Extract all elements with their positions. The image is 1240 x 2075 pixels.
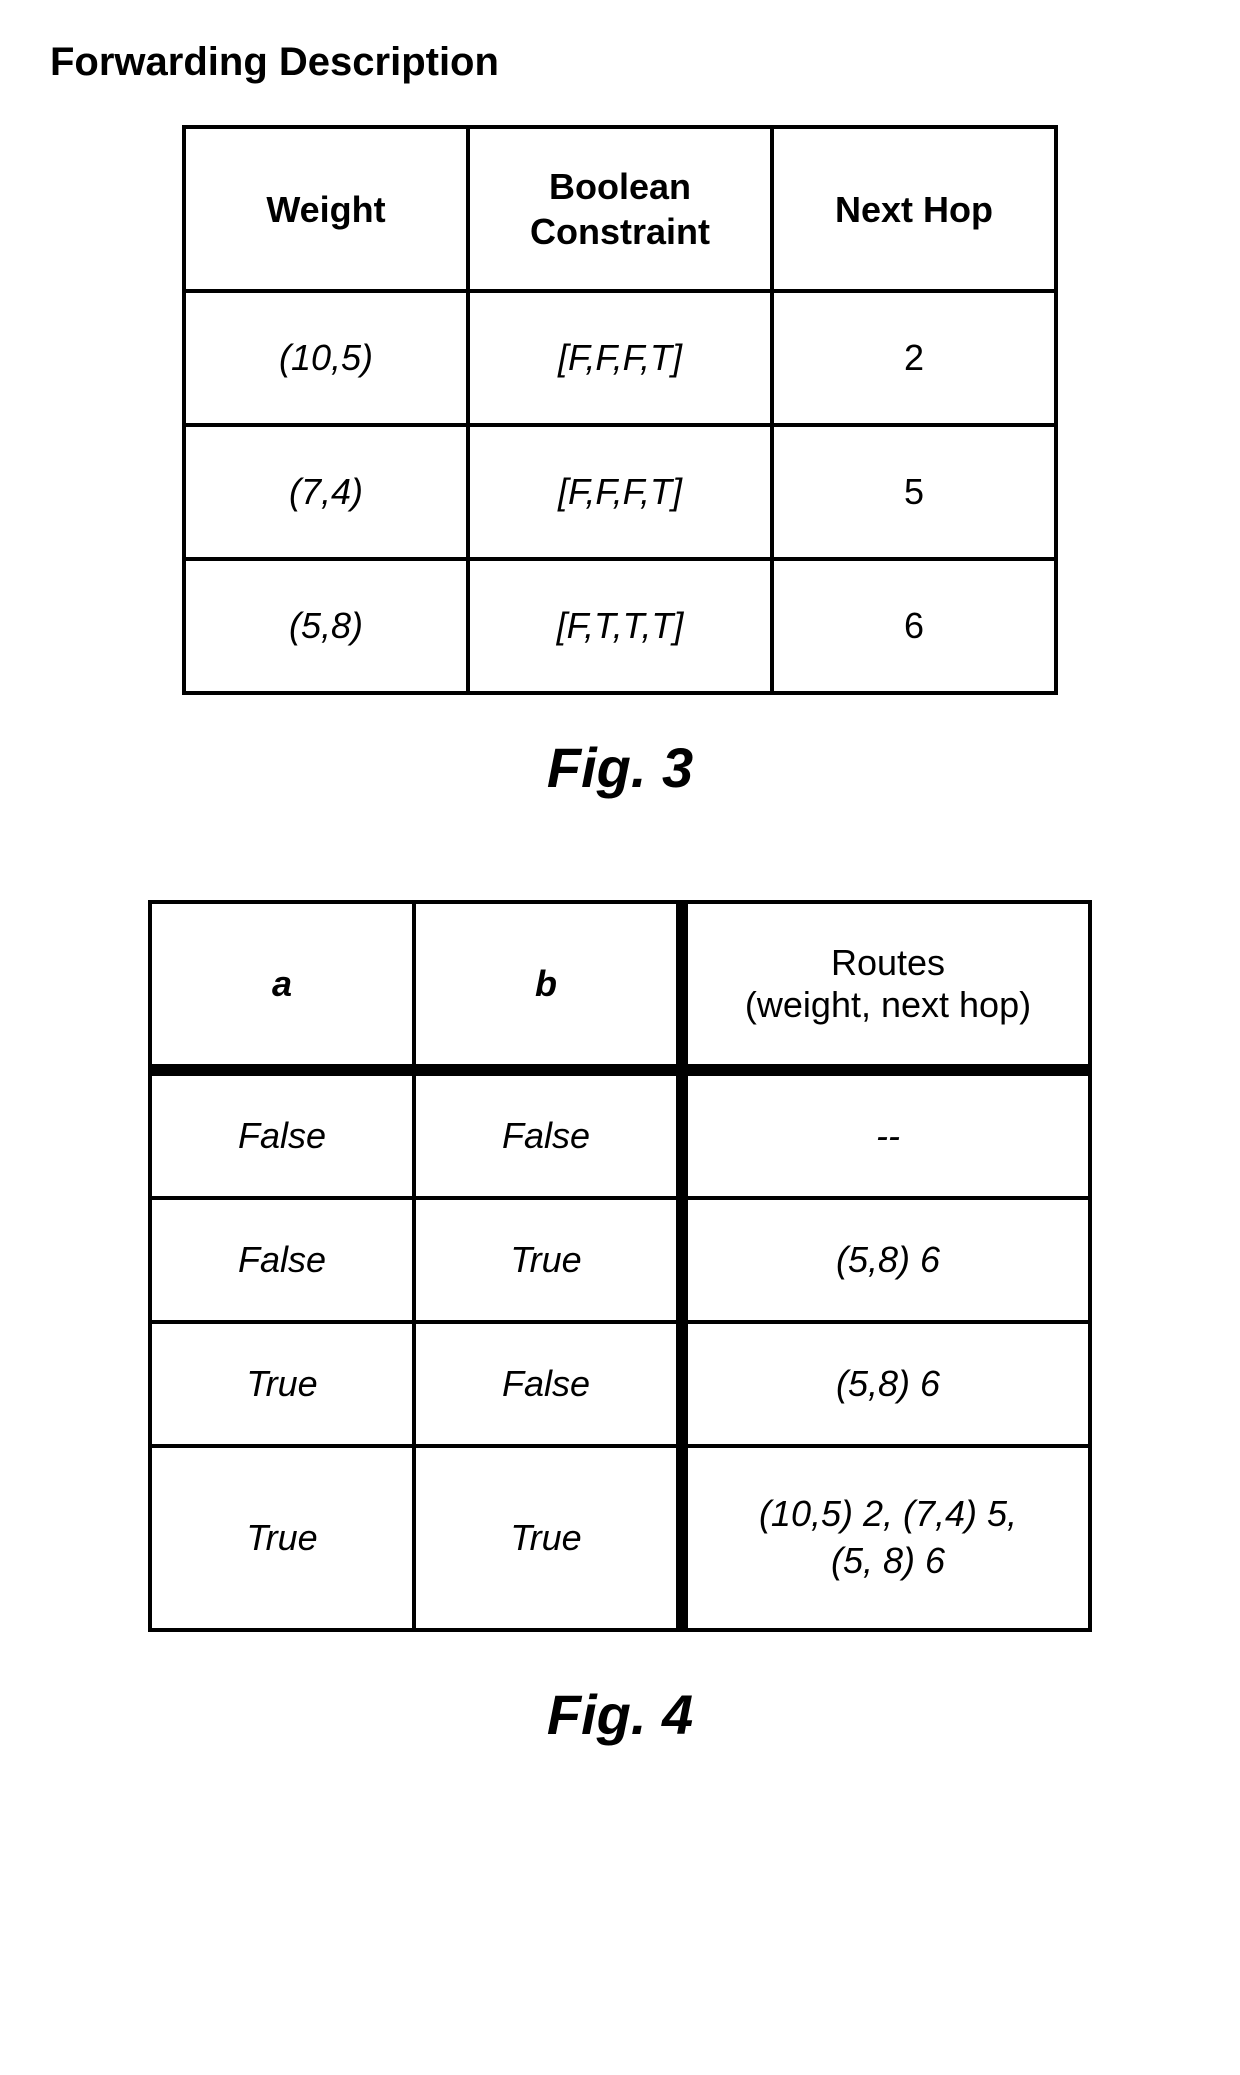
fig3-bool: [F,F,F,T] xyxy=(468,291,772,425)
fig4-b: True xyxy=(414,1198,682,1322)
fig4-table: a b Routes(weight, next hop) False False… xyxy=(148,900,1092,1632)
fig4-b: False xyxy=(414,1322,682,1446)
fig4-routes: -- xyxy=(682,1070,1090,1198)
fig3-header-weight: Weight xyxy=(184,127,468,291)
table-row: (10,5) [F,F,F,T] 2 xyxy=(184,291,1056,425)
fig3-next: 6 xyxy=(772,559,1056,693)
fig3-table: Weight BooleanConstraint Next Hop (10,5)… xyxy=(182,125,1058,695)
fig4-caption: Fig. 4 xyxy=(50,1682,1190,1747)
fig3-weight: (5,8) xyxy=(184,559,468,693)
fig4-header-a: a xyxy=(150,902,414,1070)
table-row: False False -- xyxy=(150,1070,1090,1198)
fig3-header-next: Next Hop xyxy=(772,127,1056,291)
fig4-a: False xyxy=(150,1070,414,1198)
table-row: True False (5,8) 6 xyxy=(150,1322,1090,1446)
fig4-routes: (5,8) 6 xyxy=(682,1198,1090,1322)
fig4-a: True xyxy=(150,1322,414,1446)
table-row: (5,8) [F,T,T,T] 6 xyxy=(184,559,1056,693)
fig3-weight: (10,5) xyxy=(184,291,468,425)
page-title: Forwarding Description xyxy=(50,40,1190,85)
fig3-bool: [F,F,F,T] xyxy=(468,425,772,559)
fig4-b: False xyxy=(414,1070,682,1198)
fig3-weight: (7,4) xyxy=(184,425,468,559)
fig3-table-wrap: Weight BooleanConstraint Next Hop (10,5)… xyxy=(50,125,1190,695)
table-row: True True (10,5) 2, (7,4) 5,(5, 8) 6 xyxy=(150,1446,1090,1630)
fig3-next: 5 xyxy=(772,425,1056,559)
table-row: False True (5,8) 6 xyxy=(150,1198,1090,1322)
fig3-header-bool: BooleanConstraint xyxy=(468,127,772,291)
fig3-bool: [F,T,T,T] xyxy=(468,559,772,693)
table-row: (7,4) [F,F,F,T] 5 xyxy=(184,425,1056,559)
fig4-routes: (10,5) 2, (7,4) 5,(5, 8) 6 xyxy=(682,1446,1090,1630)
fig3-next: 2 xyxy=(772,291,1056,425)
fig4-header-b: b xyxy=(414,902,682,1070)
fig4-a: True xyxy=(150,1446,414,1630)
fig3-caption: Fig. 3 xyxy=(50,735,1190,800)
fig4-header-routes: Routes(weight, next hop) xyxy=(682,902,1090,1070)
fig4-table-wrap: a b Routes(weight, next hop) False False… xyxy=(50,900,1190,1632)
fig4-routes: (5,8) 6 xyxy=(682,1322,1090,1446)
fig4-a: False xyxy=(150,1198,414,1322)
fig4-b: True xyxy=(414,1446,682,1630)
